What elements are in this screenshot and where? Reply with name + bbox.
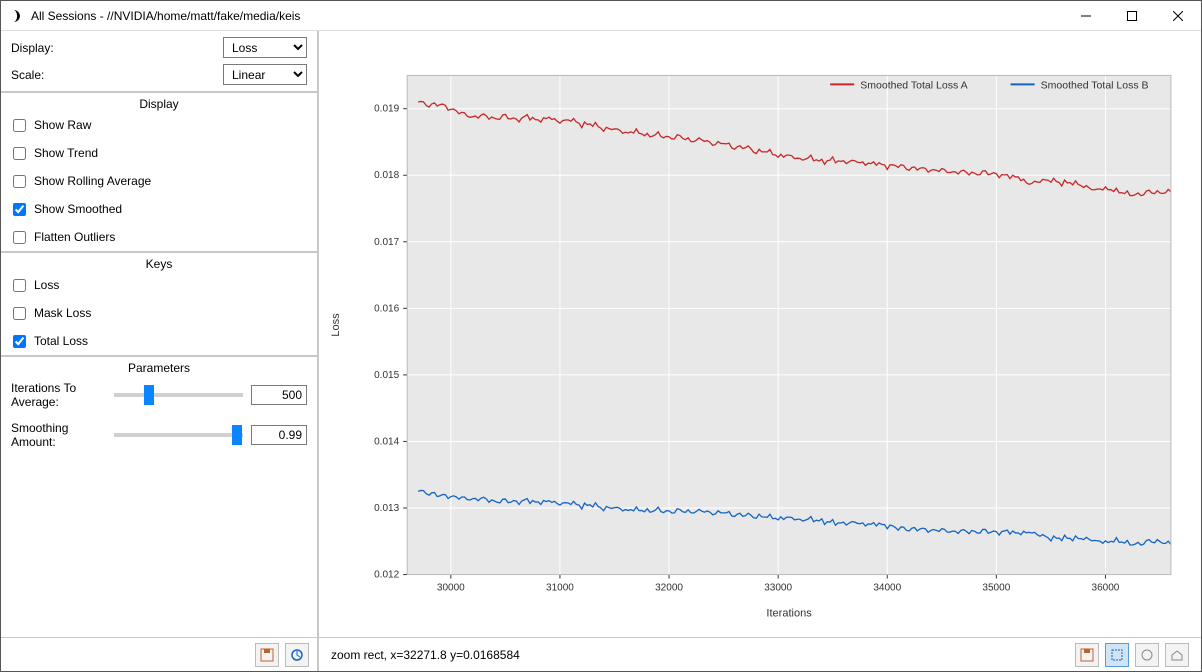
display-section-title: Display [1,91,317,111]
sidebar: Display: Loss Scale: Linear Display Show… [1,31,319,671]
keys-option-row: Loss [1,271,317,299]
minimize-button[interactable] [1063,1,1109,31]
chart-footer: zoom rect, x=32271.8 y=0.0168584 [319,637,1201,671]
keys-option-label: Loss [34,278,59,292]
refresh-icon[interactable] [285,643,309,667]
svg-text:32000: 32000 [655,583,683,594]
svg-text:Iterations: Iterations [766,608,812,620]
keys-option-row: Total Loss [1,327,317,355]
svg-text:0.015: 0.015 [374,370,399,381]
svg-text:31000: 31000 [546,583,574,594]
svg-text:30000: 30000 [437,583,465,594]
app-icon [9,8,25,24]
svg-text:35000: 35000 [982,583,1010,594]
smoothing-input[interactable] [251,425,307,445]
iterations-input[interactable] [251,385,307,405]
maximize-button[interactable] [1109,1,1155,31]
display-option-label: Flatten Outliers [34,230,115,244]
svg-text:33000: 33000 [764,583,792,594]
display-select[interactable]: Loss [223,37,307,58]
toolbar-pan-icon[interactable] [1135,643,1159,667]
svg-text:Loss: Loss [330,313,342,337]
keys-option-row: Mask Loss [1,299,317,327]
iterations-label: Iterations To Average: [11,381,106,409]
status-text: zoom rect, x=32271.8 y=0.0168584 [331,648,1069,662]
smoothing-label: Smoothing Amount: [11,421,106,449]
display-option-label: Show Raw [34,118,91,132]
svg-text:34000: 34000 [873,583,901,594]
sidebar-footer [1,637,317,671]
iterations-slider[interactable] [114,393,243,397]
display-option-label: Show Trend [34,146,98,160]
smoothing-slider[interactable] [114,433,243,437]
chart-area: 30000 31000 32000 33000 34000 35000 36000 0.012… [319,31,1201,671]
toolbar-save-icon[interactable] [1075,643,1099,667]
display-option-checkbox[interactable] [13,231,26,244]
parameters-section-title: Parameters [1,355,317,375]
scale-label: Scale: [11,68,61,82]
keys-option-label: Total Loss [34,334,88,348]
svg-text:0.018: 0.018 [374,170,399,181]
keys-option-label: Mask Loss [34,306,91,320]
svg-text:36000: 36000 [1092,583,1120,594]
svg-text:0.014: 0.014 [374,436,399,447]
keys-section-title: Keys [1,251,317,271]
display-option-checkbox[interactable] [13,119,26,132]
svg-text:0.017: 0.017 [374,237,399,248]
svg-text:0.013: 0.013 [374,503,399,514]
keys-option-checkbox[interactable] [13,307,26,320]
svg-text:Smoothed Total Loss B: Smoothed Total Loss B [1041,79,1149,91]
display-label: Display: [11,41,61,55]
display-option-label: Show Rolling Average [34,174,151,188]
scale-select[interactable]: Linear [223,64,307,85]
display-option-row: Show Trend [1,139,317,167]
titlebar: All Sessions - //NVIDIA/home/matt/fake/m… [1,1,1201,31]
display-option-row: Show Raw [1,111,317,139]
display-option-label: Show Smoothed [34,202,122,216]
toolbar-home-icon[interactable] [1165,643,1189,667]
display-option-row: Flatten Outliers [1,223,317,251]
toolbar-zoom-icon[interactable] [1105,643,1129,667]
svg-text:0.012: 0.012 [374,570,399,581]
display-option-row: Show Smoothed [1,195,317,223]
close-button[interactable] [1155,1,1201,31]
loss-chart[interactable]: 30000 31000 32000 33000 34000 35000 36000 0.012… [319,31,1201,637]
keys-option-checkbox[interactable] [13,335,26,348]
window-title: All Sessions - //NVIDIA/home/matt/fake/m… [31,9,1063,23]
display-option-checkbox[interactable] [13,147,26,160]
svg-text:0.019: 0.019 [374,104,399,115]
svg-text:0.016: 0.016 [374,303,399,314]
display-option-checkbox[interactable] [13,203,26,216]
save-icon[interactable] [255,643,279,667]
display-option-checkbox[interactable] [13,175,26,188]
display-option-row: Show Rolling Average [1,167,317,195]
svg-text:Smoothed Total Loss A: Smoothed Total Loss A [860,79,967,91]
keys-option-checkbox[interactable] [13,279,26,292]
